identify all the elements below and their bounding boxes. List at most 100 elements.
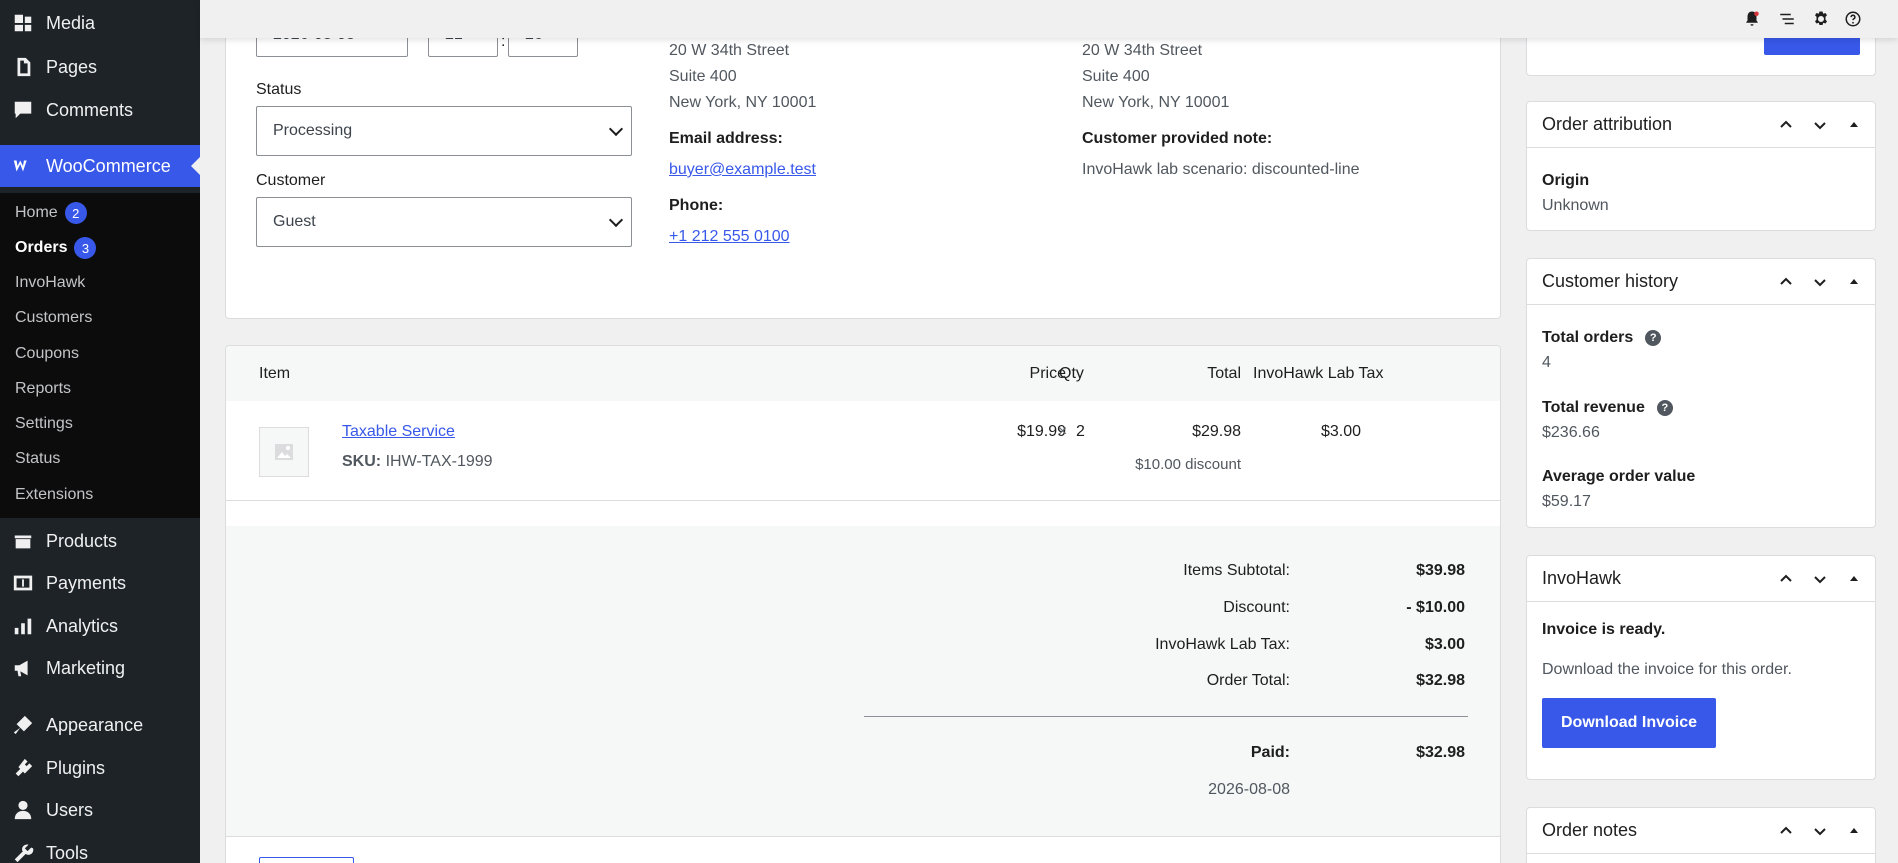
help-icon[interactable] [1843, 9, 1863, 29]
help-tooltip-icon[interactable]: ? [1656, 399, 1673, 416]
widget-controls [1773, 818, 1867, 844]
collapse-toggle-icon[interactable] [1841, 818, 1867, 844]
qty-multiply-sign: × [1058, 423, 1068, 440]
customer-note-label: Customer provided note: [1082, 130, 1273, 147]
menu-appearance-label: Appearance [46, 714, 144, 735]
download-invoice-button[interactable]: Download Invoice [1542, 698, 1716, 748]
move-down-icon[interactable] [1807, 112, 1833, 138]
total-revenue-value: $236.66 [1542, 424, 1600, 441]
customer-history-widget: Customer history Total orders? 4 Total r… [1526, 258, 1876, 528]
tax-value: $3.00 [1424, 636, 1465, 653]
help-tooltip-icon[interactable]: ? [1645, 329, 1662, 346]
move-up-icon[interactable] [1773, 112, 1799, 138]
item-discount: $10.00 discount [1135, 456, 1241, 473]
invohawk-widget: InvoHawk Invoice is ready. Download the … [1526, 555, 1876, 780]
products-icon [10, 528, 36, 554]
widget-controls [1773, 269, 1867, 295]
notifications-icon[interactable] [1742, 9, 1762, 29]
menu-users[interactable]: Users [0, 789, 200, 831]
menu-marketing[interactable]: Marketing [0, 647, 200, 689]
subtotal-value: $39.98 [1416, 562, 1465, 579]
total-revenue-label: Total revenue [1542, 399, 1645, 416]
menu-appearance[interactable]: Appearance [0, 704, 200, 746]
submenu-home[interactable]: Home 2 [15, 201, 87, 225]
shipping-street: 20 W 34th Street [1082, 42, 1203, 59]
widget-header: Order attribution [1527, 102, 1875, 148]
menu-tools[interactable]: Tools [0, 832, 200, 863]
submenu-customers[interactable]: Customers [15, 306, 92, 330]
settings-gear-icon[interactable] [1811, 9, 1831, 29]
item-price: $19.99 [1017, 423, 1066, 440]
chevron-down-icon [608, 121, 624, 137]
item-name-link[interactable]: Taxable Service [342, 423, 455, 441]
submenu-orders[interactable]: Orders 3 [15, 236, 97, 260]
order-notes-widget: Order notes [1526, 807, 1876, 863]
submenu-extensions[interactable]: Extensions [15, 483, 93, 507]
customer-select-value: Guest [273, 213, 316, 230]
menu-pages[interactable]: Pages [0, 46, 200, 88]
woocommerce-submenu: Home 2 Orders 3 InvoHawk Customers Coupo… [0, 193, 200, 518]
discount-value: - $10.00 [1406, 599, 1465, 616]
billing-phone-label: Phone: [669, 197, 724, 214]
customer-history-title: Customer history [1542, 271, 1679, 291]
submenu-orders-label: Orders [15, 239, 68, 256]
status-select[interactable]: Processing [256, 106, 632, 156]
move-down-icon[interactable] [1807, 818, 1833, 844]
submenu-coupons-label: Coupons [15, 345, 80, 362]
chevron-down-icon [608, 212, 624, 228]
image-placeholder-icon [275, 444, 293, 460]
widget-header: InvoHawk [1527, 556, 1875, 602]
product-thumbnail-placeholder [259, 427, 309, 477]
paid-date: 2026-08-08 [1208, 781, 1290, 798]
collapse-toggle-icon[interactable] [1841, 566, 1867, 592]
order-total-value: $32.98 [1416, 672, 1465, 689]
collapse-toggle-icon[interactable] [1841, 112, 1867, 138]
order-notes-title: Order notes [1542, 820, 1638, 840]
move-down-icon[interactable] [1807, 566, 1833, 592]
move-up-icon[interactable] [1773, 566, 1799, 592]
billing-email-link[interactable]: buyer@example.test [669, 161, 816, 179]
menu-payments[interactable]: Payments [0, 562, 200, 604]
analytics-icon [10, 613, 36, 639]
submenu-settings[interactable]: Settings [15, 412, 73, 436]
move-up-icon[interactable] [1773, 269, 1799, 295]
col-header-qty: Qty [1059, 365, 1084, 382]
menu-payments-label: Payments [46, 572, 127, 593]
submenu-coupons[interactable]: Coupons [15, 342, 79, 366]
totals-divider [864, 716, 1468, 717]
order-details-panel: 2026-08-08 21 : 26 Status Processing Cus… [225, 0, 1501, 319]
items-action-button[interactable] [259, 857, 354, 863]
widget-header: Customer history [1527, 259, 1875, 305]
move-down-icon[interactable] [1807, 269, 1833, 295]
appearance-icon [10, 712, 36, 738]
menu-woocommerce[interactable]: WooCommerce [0, 145, 200, 187]
menu-comments[interactable]: Comments [0, 89, 200, 131]
customer-select[interactable]: Guest [256, 197, 632, 247]
order-items-panel: Item Price Qty Total InvoHawk Lab Tax Ta… [225, 345, 1501, 863]
submenu-status-label: Status [15, 450, 61, 467]
move-up-icon[interactable] [1773, 818, 1799, 844]
status-select-value: Processing [273, 122, 353, 139]
col-header-tax: InvoHawk Lab Tax [1253, 365, 1384, 382]
menu-plugins[interactable]: Plugins [0, 747, 200, 789]
activity-list-icon[interactable] [1777, 9, 1797, 29]
total-orders-label: Total orders [1542, 329, 1634, 346]
collapse-toggle-icon[interactable] [1841, 269, 1867, 295]
submenu-status[interactable]: Status [15, 447, 60, 471]
billing-phone-link[interactable]: +1 212 555 0100 [669, 228, 790, 246]
tools-icon [10, 840, 36, 863]
widget-header: Order notes [1527, 808, 1875, 854]
submenu-reports-label: Reports [15, 380, 72, 397]
tax-label: InvoHawk Lab Tax: [1155, 636, 1290, 653]
menu-products-label: Products [46, 530, 118, 551]
menu-analytics[interactable]: Analytics [0, 605, 200, 647]
submenu-invohawk[interactable]: InvoHawk [15, 271, 85, 295]
submenu-reports[interactable]: Reports [15, 377, 71, 401]
invohawk-title: InvoHawk [1542, 568, 1622, 588]
menu-marketing-label: Marketing [46, 657, 126, 678]
origin-label: Origin [1542, 172, 1590, 189]
pages-icon [10, 54, 36, 80]
shipping-city: New York, NY 10001 [1082, 94, 1230, 111]
menu-media[interactable]: Media [0, 2, 200, 44]
menu-products[interactable]: Products [0, 520, 200, 562]
